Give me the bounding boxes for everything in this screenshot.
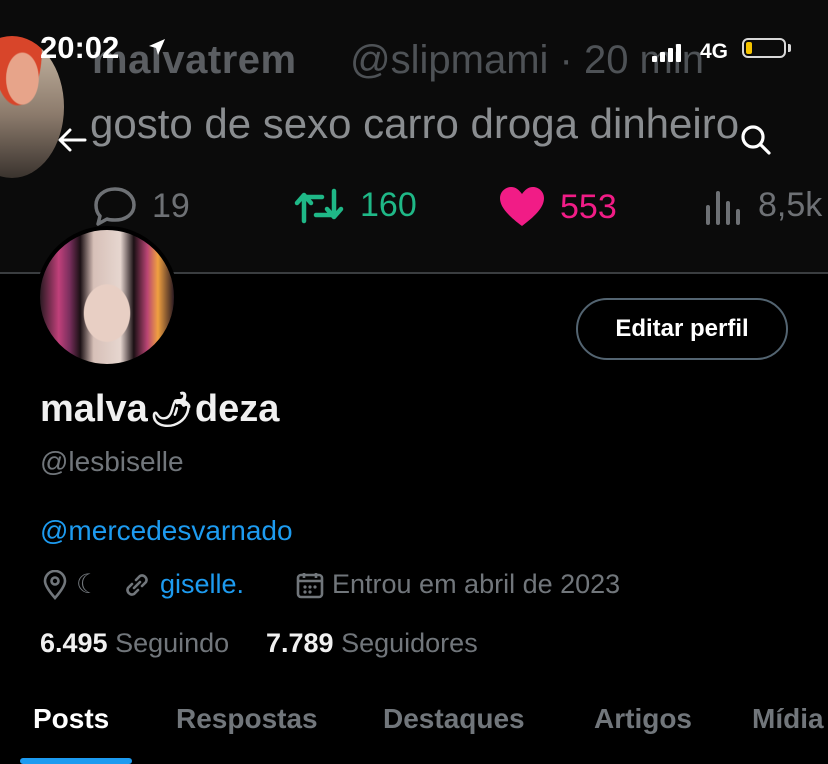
location-text: ☾ [76, 569, 101, 599]
signal-icon [652, 44, 681, 62]
search-button[interactable] [734, 118, 778, 162]
tab-artigos[interactable]: Artigos [594, 703, 692, 735]
location-arrow-icon [149, 39, 165, 55]
reply-icon [94, 187, 136, 226]
profile-name-prefix: malva [40, 388, 148, 430]
banner-tweet-name: malvatrem [92, 38, 297, 82]
joined-text: Entrou em abril de 2023 [332, 569, 621, 599]
heart-icon [500, 187, 544, 226]
link-icon [126, 573, 148, 596]
search-icon [741, 125, 771, 155]
views-count: 8,5k [758, 186, 823, 224]
tab-respostas[interactable]: Respostas [176, 703, 318, 735]
profile-avatar[interactable] [36, 226, 178, 368]
battery-tip [788, 44, 791, 52]
edit-profile-button[interactable]: Editar perfil [576, 298, 788, 360]
tab-destaques[interactable]: Destaques [383, 703, 525, 735]
profile-handle: @lesbiselle [40, 446, 184, 477]
following-count: 6.495 [40, 628, 108, 658]
banner-views-stat: 8,5k [704, 186, 822, 225]
followers-count: 7.789 [266, 628, 334, 658]
network-type: 4G [700, 40, 729, 63]
tab-midia[interactable]: Mídia [752, 703, 824, 735]
followers-label: Seguidores [341, 628, 478, 658]
banner-tweet-handle: @slipmami · 20 min [350, 38, 705, 82]
views-chart-icon [706, 190, 740, 225]
status-time: 20:02 [40, 30, 120, 65]
like-count: 553 [560, 187, 617, 226]
profile-name-suffix: deza [194, 388, 280, 430]
following-stat[interactable]: 6.495 Seguindo [40, 628, 229, 659]
retweet-count: 160 [360, 186, 417, 224]
calendar-icon [296, 572, 324, 598]
retweet-icon [294, 188, 344, 223]
banner-like-stat: 553 [498, 186, 617, 228]
tab-posts[interactable]: Posts [33, 703, 109, 735]
profile-name: malva 🌶 deza [40, 388, 279, 431]
reply-count: 19 [152, 186, 190, 225]
chili-pepper-emoji: 🌶 [149, 390, 193, 429]
back-button[interactable] [50, 118, 94, 162]
back-arrow-icon [58, 128, 87, 152]
followers-stat[interactable]: 7.789 Seguidores [266, 628, 478, 659]
following-label: Seguindo [115, 628, 230, 658]
profile-location: ☾ [42, 569, 100, 600]
banner-tweet-text: gosto de sexo carro droga dinheiro [90, 100, 740, 147]
battery-icon [742, 38, 786, 58]
bio-mention-link[interactable]: @mercedesvarnado [40, 515, 293, 547]
banner-retweet-stat: 160 [292, 186, 417, 225]
profile-joined: Entrou em abril de 2023 [296, 569, 620, 600]
website-link[interactable]: giselle. [160, 569, 244, 600]
profile-website[interactable]: giselle. [122, 569, 244, 600]
location-pin-icon [43, 569, 67, 600]
banner-reply-stat: 19 [92, 186, 190, 226]
active-tab-indicator [20, 758, 132, 764]
